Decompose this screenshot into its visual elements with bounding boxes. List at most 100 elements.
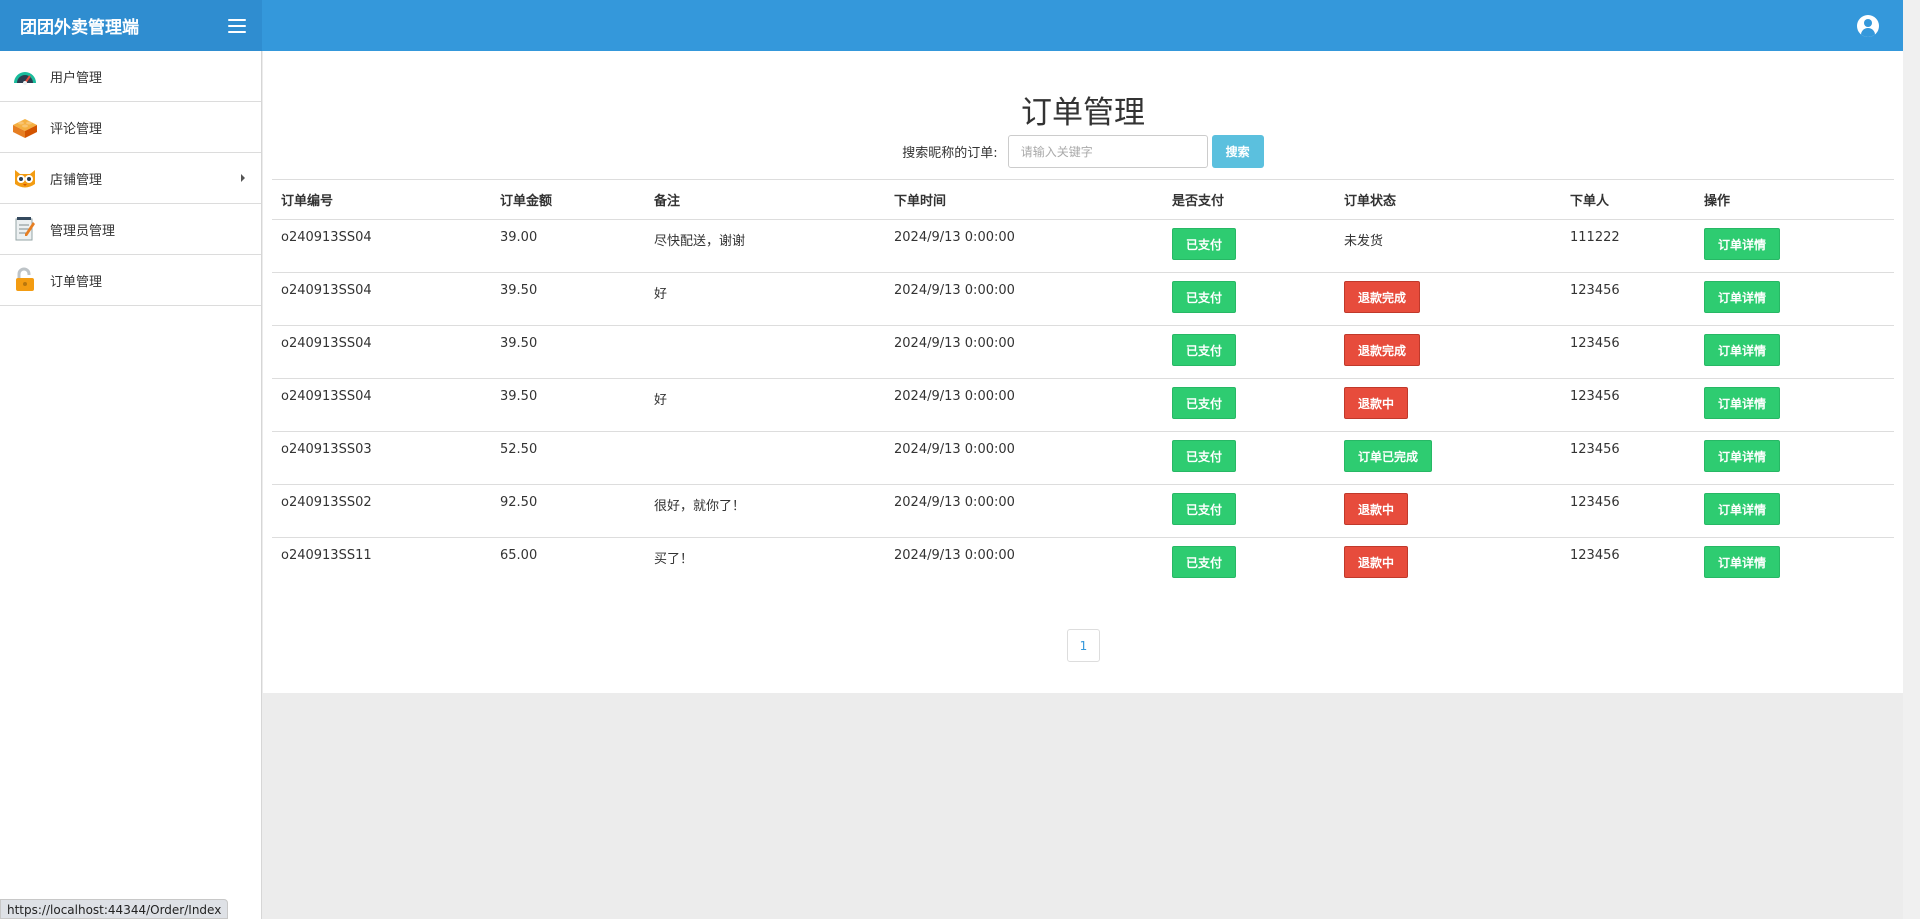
sidebar-item-admins[interactable]: 管理员管理 <box>0 204 261 255</box>
cell-note: 好 <box>645 272 885 326</box>
column-header: 订单状态 <box>1335 179 1561 220</box>
cell-note: 很好，就你了！ <box>645 484 885 538</box>
cell-id: o240913SS04 <box>272 272 491 326</box>
paid-badge[interactable]: 已支付 <box>1172 546 1237 578</box>
order-status-badge[interactable]: 订单已完成 <box>1344 440 1433 472</box>
cell-action: 订单详情 <box>1695 538 1894 591</box>
cell-amount: 52.50 <box>491 431 645 485</box>
cell-id: o240913SS04 <box>272 219 491 273</box>
order-status-badge[interactable]: 退款完成 <box>1344 334 1421 366</box>
menu-toggle-icon[interactable] <box>228 18 246 33</box>
user-account-icon[interactable] <box>1857 14 1879 37</box>
sidebar-item-users[interactable]: 用户管理 <box>0 51 261 102</box>
cell-amount: 39.50 <box>491 325 645 379</box>
cell-user: 111222 <box>1561 219 1695 273</box>
order-status-badge[interactable]: 退款中 <box>1344 387 1409 419</box>
cell-action: 订单详情 <box>1695 272 1894 326</box>
cell-amount: 39.50 <box>491 272 645 326</box>
cell-user: 123456 <box>1561 484 1695 538</box>
column-header: 订单编号 <box>272 179 491 220</box>
paid-badge[interactable]: 已支付 <box>1172 440 1237 472</box>
table-row: o240913SS04 39.00 尽快配送，谢谢 2024/9/13 0:00:00… <box>272 219 1894 273</box>
cell-time: 2024/9/13 0:00:00 <box>885 431 1163 485</box>
cell-user: 123456 <box>1561 378 1695 432</box>
sidebar: 用户管理 评论管理 店铺管理 管理员管理 订单管理 <box>0 51 262 919</box>
sidebar-item-shops[interactable]: 店铺管理 <box>0 153 261 204</box>
search-button[interactable]: 搜索 <box>1211 135 1264 168</box>
cell-note <box>645 325 885 379</box>
order-detail-button[interactable]: 订单详情 <box>1704 281 1781 313</box>
paid-badge[interactable]: 已支付 <box>1172 228 1237 260</box>
search-input[interactable] <box>1007 135 1208 168</box>
cell-time: 2024/9/13 0:00:00 <box>885 219 1163 273</box>
column-header: 订单金额 <box>491 179 645 220</box>
order-status-badge[interactable]: 退款中 <box>1344 546 1409 578</box>
main-panel: 订单管理 搜索昵称的订单: 搜索 订单编号 订单金额 备注 下单时间 是否支付 … <box>263 51 1903 693</box>
pagination-page-1[interactable]: 1 <box>1067 629 1100 662</box>
cell-status: 退款完成 <box>1335 272 1561 326</box>
sidebar-item-label: 评论管理 <box>50 121 103 137</box>
column-header: 下单时间 <box>885 179 1163 220</box>
order-status-badge[interactable]: 退款完成 <box>1344 281 1421 313</box>
cell-amount: 39.50 <box>491 378 645 432</box>
cell-note: 买了！ <box>654 552 694 567</box>
cell-paid: 已支付 <box>1163 484 1335 538</box>
cell-status: 退款中 <box>1335 484 1561 538</box>
sidebar-item-label: 店铺管理 <box>50 172 103 188</box>
cell-status: 退款中 <box>1335 378 1561 432</box>
paid-badge[interactable]: 已支付 <box>1172 493 1237 525</box>
cell-id: o240913SS04 <box>272 378 491 432</box>
sidebar-item-comments[interactable]: 评论管理 <box>0 102 261 153</box>
app-title: 团团外卖管理端 <box>20 18 139 38</box>
cell-time: 2024/9/13 0:00:00 <box>894 548 1015 563</box>
table-header-row: 订单编号 订单金额 备注 下单时间 是否支付 订单状态 下单人 操作 <box>272 179 1894 220</box>
browser-status-url: https://localhost:44344/Order/Index <box>0 899 229 919</box>
cell-time: 2024/9/13 0:00:00 <box>885 272 1163 326</box>
order-detail-button[interactable]: 订单详情 <box>1704 546 1781 578</box>
cell-status: 退款中 <box>1335 538 1561 591</box>
order-detail-button[interactable]: 订单详情 <box>1704 493 1781 525</box>
sidebar-item-orders[interactable]: 订单管理 <box>0 255 261 306</box>
paid-badge[interactable]: 已支付 <box>1172 281 1237 313</box>
table-row: o240913SS04 39.50 2024/9/13 0:00:00 已支付 退款完成… <box>272 325 1894 379</box>
notepad-icon <box>12 216 38 242</box>
cell-action: 订单详情 <box>1695 378 1894 432</box>
table-row: o240913SS11 65.00 买了！ 2024/9/13 0:00:00 已支付 退… <box>272 538 1894 591</box>
order-detail-button[interactable]: 订单详情 <box>1704 228 1781 260</box>
top-navbar: 团团外卖管理端 <box>0 0 1903 51</box>
cell-user: 123456 <box>1561 272 1695 326</box>
cell-note: 好 <box>645 378 885 432</box>
search-bar: 搜索昵称的订单: 搜索 <box>263 135 1903 168</box>
paid-badge[interactable]: 已支付 <box>1172 334 1237 366</box>
table-row: o240913SS02 92.50 很好，就你了！ 2024/9/13 0:00:00… <box>272 484 1894 538</box>
cell-paid: 已支付 <box>1163 219 1335 273</box>
column-header: 备注 <box>645 179 885 220</box>
cell-user: 123456 <box>1570 548 1620 563</box>
dashboard-gauge-icon <box>12 63 38 89</box>
column-header: 是否支付 <box>1163 179 1335 220</box>
brand: 团团外卖管理端 <box>0 0 262 51</box>
sidebar-item-label: 管理员管理 <box>50 223 116 239</box>
scrollbar[interactable] <box>1903 0 1920 919</box>
cell-note: 尽快配送，谢谢 <box>645 219 885 273</box>
orders-table: 订单编号 订单金额 备注 下单时间 是否支付 订单状态 下单人 操作 o2409… <box>272 179 1894 591</box>
cell-paid: 已支付 <box>1163 538 1335 591</box>
cell-time: 2024/9/13 0:00:00 <box>885 484 1163 538</box>
cell-action: 订单详情 <box>1695 484 1894 538</box>
cell-paid: 已支付 <box>1163 325 1335 379</box>
column-header: 操作 <box>1695 179 1894 220</box>
order-detail-button[interactable]: 订单详情 <box>1704 440 1781 472</box>
cell-note <box>645 431 885 485</box>
cell-action: 订单详情 <box>1695 219 1894 273</box>
order-detail-button[interactable]: 订单详情 <box>1704 334 1781 366</box>
order-detail-button[interactable]: 订单详情 <box>1704 387 1781 419</box>
table-row: o240913SS04 39.50 好 2024/9/13 0:00:00 已支付 退款中… <box>272 378 1894 432</box>
open-lock-icon <box>12 267 38 293</box>
order-status-badge[interactable]: 退款中 <box>1344 493 1409 525</box>
cell-amount: 65.00 <box>500 548 538 563</box>
cell-user: 123456 <box>1561 431 1695 485</box>
paid-badge[interactable]: 已支付 <box>1172 387 1237 419</box>
cell-paid: 已支付 <box>1163 272 1335 326</box>
cell-action: 订单详情 <box>1695 325 1894 379</box>
cell-paid: 已支付 <box>1163 431 1335 485</box>
